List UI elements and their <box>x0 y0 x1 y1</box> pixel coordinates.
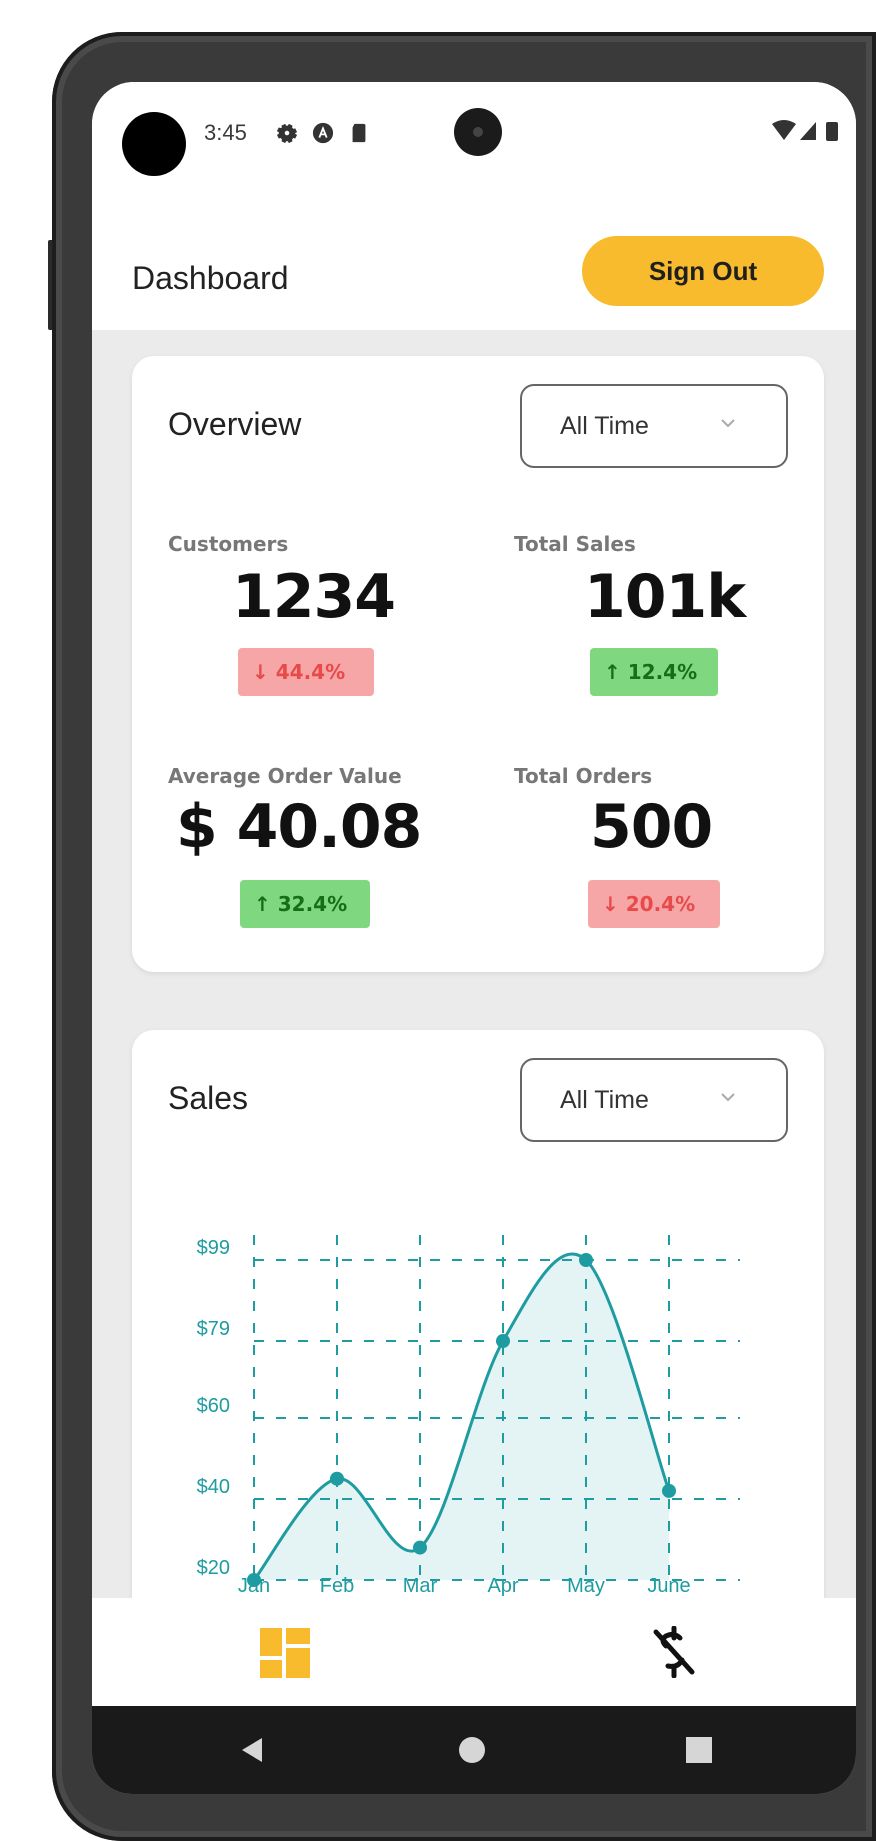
camera-cutout <box>122 112 186 176</box>
sales-chart: $20 $40 $60 $79 $99 Jan Feb Mar Apr May June <box>197 1235 740 1597</box>
x-tick-label: Mar <box>403 1575 438 1597</box>
x-tick-label: May <box>567 1575 605 1597</box>
data-point <box>579 1253 593 1267</box>
data-point <box>496 1334 510 1349</box>
battery-icon <box>826 122 838 141</box>
change-badge-average-order-value: ↑ 32.4% <box>240 880 370 928</box>
app-bar: Dashboard Sign Out <box>92 192 856 330</box>
stat-label-average-order-value: Average Order Value <box>168 764 402 788</box>
overview-card: Overview All Time Customers 1234 ↓ 44.4%… <box>132 356 824 972</box>
arrow-up-icon: ↑ <box>254 892 278 916</box>
y-tick-label: $79 <box>197 1318 230 1340</box>
stat-label-customers: Customers <box>168 532 289 556</box>
a-badge-icon <box>312 122 334 144</box>
dropdown-label: All Time <box>560 1086 649 1114</box>
x-tick-label: Jan <box>238 1575 270 1597</box>
x-tick-label: June <box>647 1575 690 1597</box>
settings-icon <box>276 123 298 144</box>
y-tick-label: $40 <box>197 1476 230 1498</box>
recents-icon[interactable] <box>686 1737 712 1763</box>
money-off-icon[interactable] <box>652 1626 696 1678</box>
stat-value-average-order-value: $ 40.08 <box>176 792 422 862</box>
wifi-icon <box>772 120 796 140</box>
sales-filter-dropdown[interactable]: All Time <box>520 1058 788 1142</box>
data-point <box>330 1471 344 1486</box>
page-title: Dashboard <box>132 260 289 296</box>
y-tick-label: $20 <box>197 1557 230 1579</box>
status-bar: 3:45 <box>92 82 856 192</box>
status-time: 3:45 <box>204 120 247 145</box>
stat-label-total-orders: Total Orders <box>514 764 653 788</box>
overview-title: Overview <box>168 406 302 442</box>
change-badge-total-orders: ↓ 20.4% <box>588 880 720 928</box>
arrow-down-icon: ↓ <box>602 892 626 916</box>
x-tick-label: Apr <box>487 1575 518 1597</box>
x-tick-label: Feb <box>320 1575 354 1597</box>
overview-filter-dropdown[interactable]: All Time <box>520 384 788 468</box>
sign-out-button[interactable]: Sign Out <box>582 236 824 306</box>
change-badge-customers: ↓ 44.4% <box>238 648 374 696</box>
data-point <box>413 1540 427 1555</box>
front-camera <box>454 108 502 156</box>
signal-icon <box>800 122 816 140</box>
stat-label-total-sales: Total Sales <box>514 532 636 556</box>
stat-value-customers: 1234 <box>232 562 396 632</box>
dashboard-icon[interactable] <box>260 1628 310 1678</box>
sales-card: Sales All Time $20 $40 $60 $79 $99 Jan Feb Mar A… <box>132 1030 824 1670</box>
home-icon[interactable] <box>458 1736 486 1764</box>
stat-value-total-sales: 101k <box>584 562 746 632</box>
y-tick-label: $60 <box>197 1395 230 1417</box>
system-nav-bar <box>92 1706 856 1794</box>
dropdown-label: All Time <box>560 412 649 440</box>
arrow-up-icon: ↑ <box>604 660 628 684</box>
stat-value-total-orders: 500 <box>590 792 713 862</box>
bottom-nav <box>92 1598 856 1706</box>
sd-card-icon <box>352 123 366 143</box>
chevron-down-icon <box>721 419 735 428</box>
sales-title: Sales <box>168 1080 249 1116</box>
change-badge-total-sales: ↑ 12.4% <box>590 648 718 696</box>
back-icon[interactable] <box>238 1736 266 1764</box>
arrow-down-icon: ↓ <box>252 660 276 684</box>
status-right-icons <box>772 120 838 141</box>
y-tick-label: $99 <box>197 1237 230 1259</box>
screen: 3:45 Dashboard Sign Out Overview All Tim… <box>92 82 856 1794</box>
chevron-down-icon <box>721 1093 735 1102</box>
data-point <box>662 1483 676 1498</box>
